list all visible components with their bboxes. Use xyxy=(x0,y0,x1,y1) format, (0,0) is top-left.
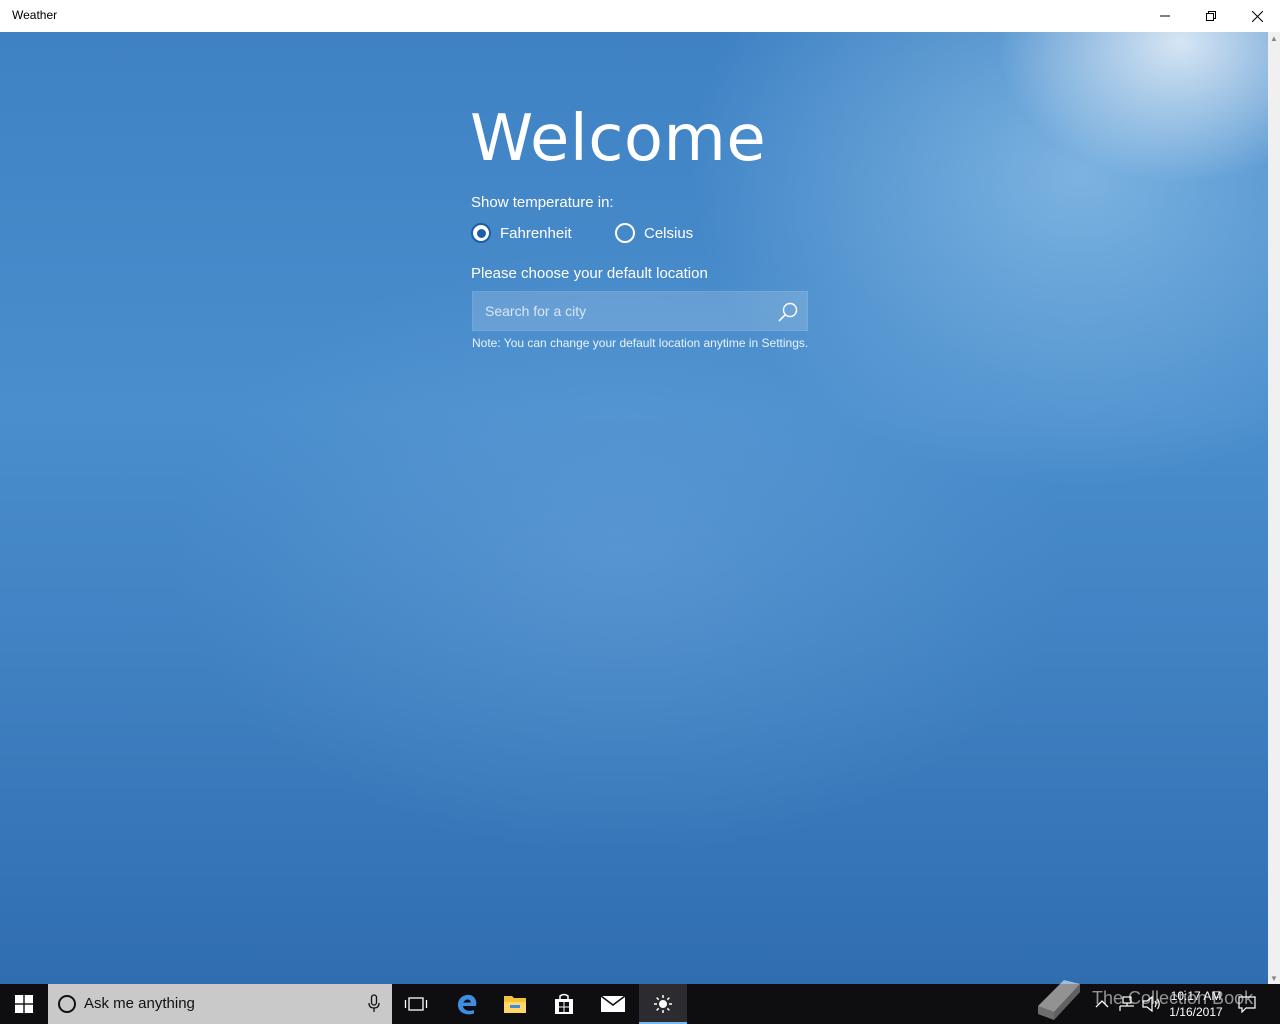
mail-icon xyxy=(600,995,626,1012)
radio-unselected-icon xyxy=(615,223,635,243)
weather-button[interactable] xyxy=(639,984,687,1024)
task-view-button[interactable] xyxy=(392,984,440,1024)
store-icon xyxy=(555,993,573,1014)
window-title: Weather xyxy=(12,8,58,22)
system-tray: 10:17 AM 1/16/2017 xyxy=(1090,984,1280,1024)
default-location-label: Please choose your default location xyxy=(471,265,708,282)
weather-window: Weather Welcome Show temperature in: Fah… xyxy=(0,0,1280,984)
minimize-button[interactable] xyxy=(1142,0,1188,32)
restore-icon xyxy=(1206,11,1216,21)
clock-date: 1/16/2017 xyxy=(1169,1005,1223,1019)
edge-button[interactable] xyxy=(443,984,491,1024)
taskbar: Ask me anything 10:17 AM 1/16/2017 xyxy=(0,984,1280,1024)
action-center-icon[interactable] xyxy=(1238,995,1256,1013)
celsius-radio[interactable]: Celsius xyxy=(615,222,693,244)
close-button[interactable] xyxy=(1234,0,1280,32)
search-icon[interactable] xyxy=(777,301,799,323)
celsius-label: Celsius xyxy=(644,224,694,242)
cortana-search-box[interactable]: Ask me anything xyxy=(48,984,392,1024)
file-explorer-button[interactable] xyxy=(491,984,539,1024)
scroll-down-icon[interactable]: ▼ xyxy=(1268,972,1280,984)
restore-button[interactable] xyxy=(1188,0,1234,32)
weather-icon xyxy=(654,995,672,1013)
task-view-icon xyxy=(404,997,428,1011)
radio-selected-icon xyxy=(471,223,491,243)
fahrenheit-label: Fahrenheit xyxy=(500,224,572,242)
title-bar[interactable]: Weather xyxy=(0,0,1280,32)
network-icon[interactable] xyxy=(1118,996,1136,1012)
edge-icon xyxy=(458,994,477,1015)
cortana-icon xyxy=(58,995,76,1013)
temperature-unit-label: Show temperature in: xyxy=(471,194,614,211)
clock[interactable]: 10:17 AM 1/16/2017 xyxy=(1168,988,1224,1020)
cortana-search-text: Ask me anything xyxy=(84,995,195,1012)
windows-logo-icon xyxy=(15,995,33,1013)
start-button[interactable] xyxy=(0,984,48,1024)
mail-button[interactable] xyxy=(589,984,637,1024)
location-note: Note: You can change your default locati… xyxy=(472,336,809,350)
chevron-up-icon[interactable] xyxy=(1095,996,1109,1012)
welcome-panel: Welcome Show temperature in: Fahrenheit … xyxy=(0,32,1268,984)
scroll-up-icon[interactable]: ▲ xyxy=(1268,32,1280,44)
city-search-input[interactable] xyxy=(473,292,763,330)
close-icon xyxy=(1251,10,1263,22)
minimize-icon xyxy=(1160,15,1170,17)
file-explorer-icon xyxy=(504,996,526,1013)
city-search-box xyxy=(472,291,808,331)
microphone-icon[interactable] xyxy=(368,994,380,1014)
welcome-heading: Welcome xyxy=(470,102,767,176)
volume-icon[interactable] xyxy=(1142,996,1162,1012)
store-button[interactable] xyxy=(540,984,588,1024)
vertical-scrollbar[interactable]: ▲ ▼ xyxy=(1268,32,1280,984)
clock-time: 10:17 AM xyxy=(1170,989,1222,1003)
fahrenheit-radio[interactable]: Fahrenheit xyxy=(471,222,572,244)
temperature-unit-group: Fahrenheit Celsius xyxy=(471,222,731,244)
